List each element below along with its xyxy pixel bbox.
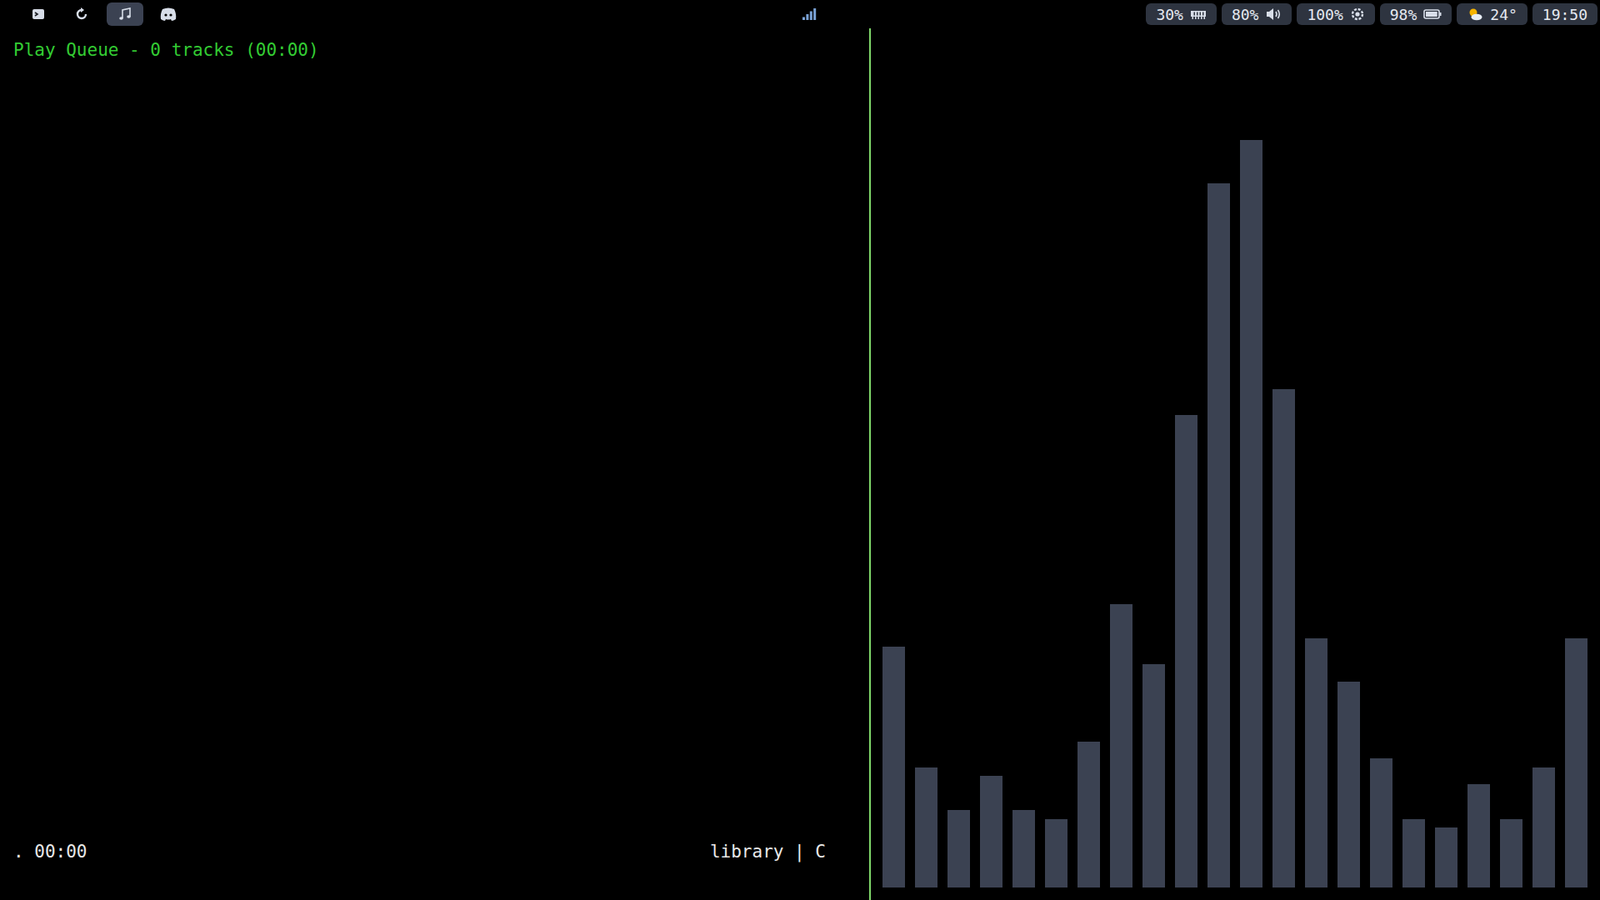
visualizer-bar [1337, 681, 1360, 888]
music-player-terminal[interactable]: Play Queue - 0 tracks (00:00) . 00:00 libr… [0, 28, 870, 900]
status-text: 80% [1231, 5, 1260, 24]
visualizer-bar [1402, 819, 1425, 888]
visualizer-bar [1272, 389, 1295, 888]
visualizer-bar [1370, 758, 1393, 888]
status-text: 24° [1490, 5, 1518, 24]
battery-icon [1423, 8, 1442, 20]
network-indicator[interactable] [801, 7, 817, 21]
player-status-line: . 00:00 library | C [13, 841, 826, 862]
top-bar: 30% 80% 100% 98% 24° 19:50 [0, 0, 1600, 29]
status-pill[interactable]: 30% [1145, 3, 1217, 25]
visualizer-bar [1532, 767, 1555, 888]
visualizer-bar [1175, 415, 1198, 888]
music-note-icon [117, 6, 133, 22]
visualizer-bar [1110, 604, 1133, 888]
status-pill[interactable]: 19:50 [1532, 3, 1598, 25]
memory-icon [1190, 8, 1207, 20]
visualizer-bar [1500, 819, 1523, 888]
visualizer-bar [1045, 819, 1068, 888]
signal-icon [801, 7, 817, 21]
terminal-icon [31, 7, 45, 21]
status-text: 100% [1306, 5, 1343, 24]
audio-visualizer [870, 28, 1600, 900]
desktop: 30% 80% 100% 98% 24° 19:50 Play Queue - 0 trac… [0, 0, 1600, 900]
visualizer-bar [1142, 664, 1165, 888]
visualizer-bar [1012, 810, 1035, 888]
sun-cloud-icon [1466, 6, 1484, 22]
status-pill[interactable]: 24° [1456, 3, 1528, 25]
discord-icon [159, 6, 178, 22]
status-text: 30% [1155, 5, 1184, 24]
status-pill[interactable]: 98% [1380, 3, 1453, 25]
visualizer-bar [1240, 140, 1263, 888]
visualizer-bar [1077, 741, 1100, 888]
visualizer-bar [947, 810, 970, 888]
visualizer-bar [1305, 638, 1328, 888]
visualizer-bar [1207, 183, 1230, 888]
status-text: 98% [1390, 5, 1418, 24]
visualizer-bar [882, 646, 905, 888]
status-pill[interactable]: 80% [1221, 3, 1293, 25]
status-text: 19:50 [1542, 5, 1588, 24]
status-modules: 30% 80% 100% 98% 24° 19:50 [816, 3, 1599, 25]
refresh-icon [74, 6, 90, 22]
brightness-icon [1350, 6, 1365, 22]
workspace: Play Queue - 0 tracks (00:00) . 00:00 libr… [0, 28, 1600, 900]
visualizer-bar [1467, 784, 1490, 888]
play-queue-title: Play Queue - 0 tracks (00:00) [13, 40, 826, 60]
visualizer-bar [915, 767, 938, 888]
playback-time: . 00:00 [13, 841, 88, 862]
visualizer-bar [1565, 638, 1588, 888]
workspace-button[interactable] [150, 2, 187, 26]
workspace-button[interactable] [63, 2, 100, 26]
window-divider [869, 28, 871, 900]
workspace-button[interactable] [20, 2, 57, 26]
visualizer-bar [1435, 827, 1458, 888]
workspace-button[interactable] [106, 2, 144, 26]
status-pill[interactable]: 100% [1296, 3, 1375, 25]
workspace-list [20, 2, 802, 26]
visualizer-bar [980, 775, 1003, 888]
speaker-icon [1265, 7, 1282, 21]
view-mode: library | C [710, 841, 826, 862]
